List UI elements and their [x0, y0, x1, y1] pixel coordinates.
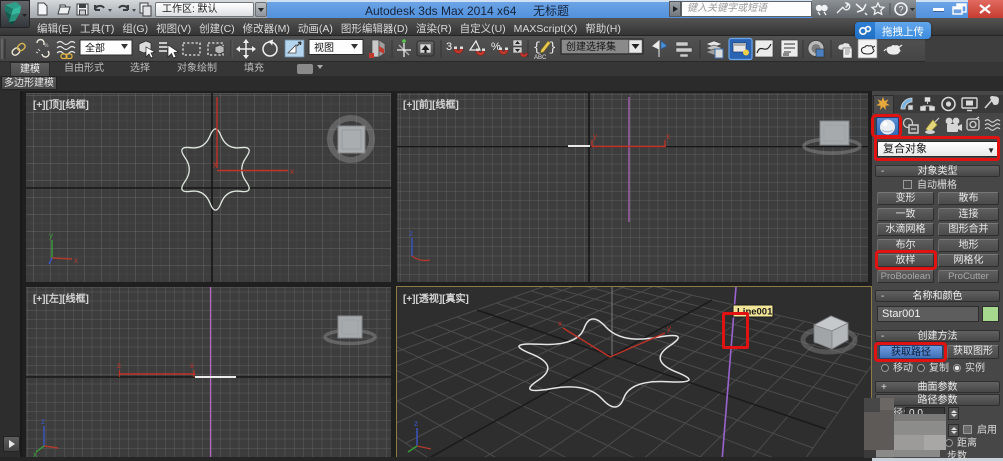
svg-text:x: x [666, 132, 670, 141]
svg-text:z: z [414, 419, 418, 428]
svg-text:x: x [558, 319, 562, 328]
svg-text:y: y [213, 159, 217, 168]
svg-text:z: z [41, 417, 45, 426]
svg-text:x: x [33, 450, 37, 459]
svg-text:y: y [49, 231, 53, 240]
svg-text:y: y [593, 132, 597, 141]
svg-text:x: x [290, 167, 294, 176]
svg-text:z: z [117, 361, 121, 370]
svg-text:y: y [667, 324, 671, 333]
svg-text:x: x [190, 361, 194, 370]
svg-text:x: x [74, 256, 78, 265]
svg-text:z: z [409, 229, 413, 238]
